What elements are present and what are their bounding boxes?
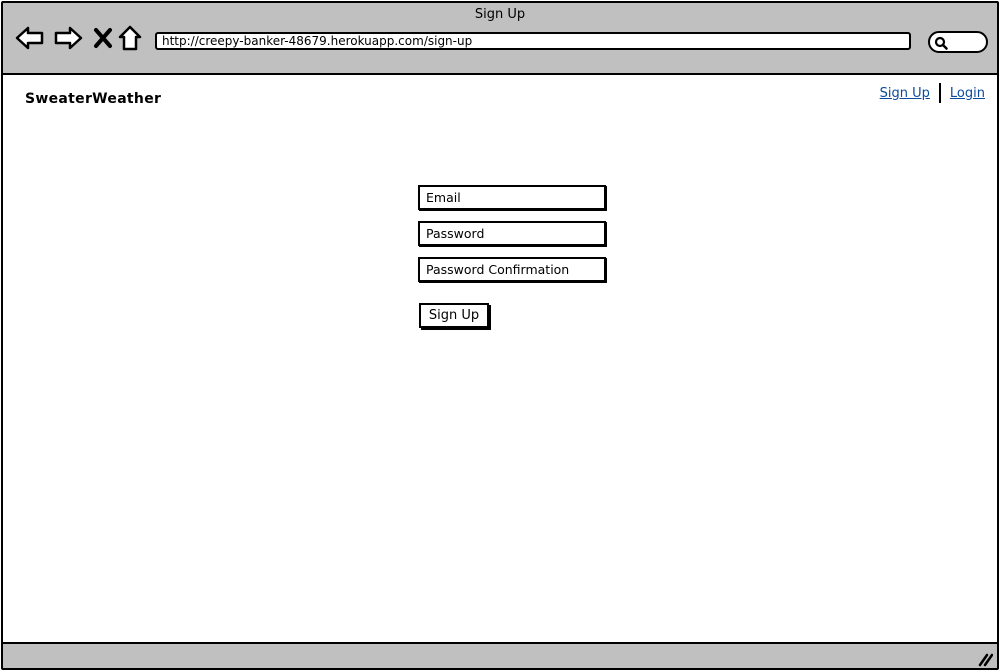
signup-link[interactable]: Sign Up [880,86,930,101]
auth-links: Sign Up Login [880,83,985,103]
link-divider [938,83,941,103]
browser-search-box[interactable] [928,31,988,53]
password-confirmation-field[interactable] [418,257,606,282]
email-field[interactable] [418,185,606,210]
stop-icon[interactable] [88,23,118,53]
home-icon[interactable] [115,23,145,53]
resize-grip-icon[interactable] [977,651,993,667]
login-link[interactable]: Login [950,86,985,101]
address-bar[interactable]: http://creepy-banker-48679.herokuapp.com… [155,32,911,50]
status-bar [3,642,997,668]
back-icon[interactable] [15,23,45,53]
browser-window: Sign Up http://creepy-banker-48679.herok… [1,1,999,670]
signup-button[interactable]: Sign Up [419,303,489,328]
forward-icon[interactable] [53,23,83,53]
search-icon [934,36,948,50]
site-brand: SweaterWeather [25,91,162,107]
page-content: SweaterWeather Sign Up Login Sign Up [3,75,997,642]
browser-toolbar: Sign Up http://creepy-banker-48679.herok… [3,3,997,75]
window-title: Sign Up [474,7,526,22]
password-field[interactable] [418,221,606,246]
